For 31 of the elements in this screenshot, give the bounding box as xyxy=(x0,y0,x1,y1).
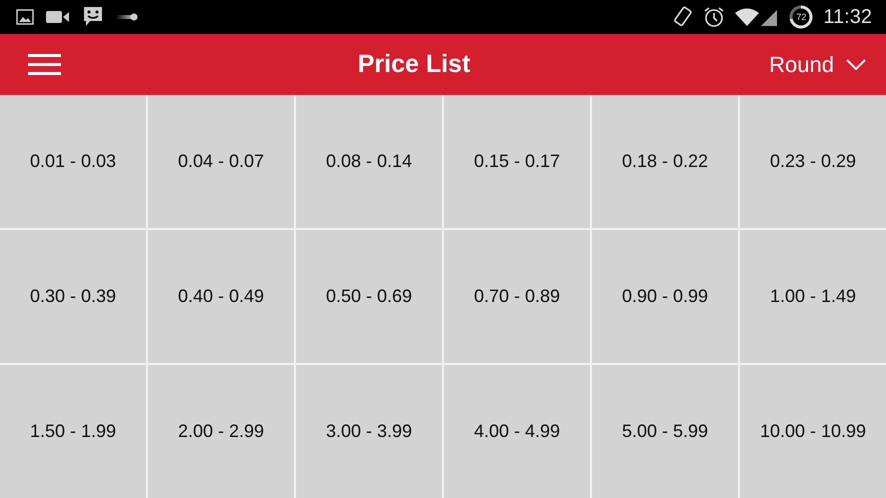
alarm-clock-icon xyxy=(703,6,726,28)
price-range-tile[interactable]: 0.40 - 0.49 xyxy=(148,230,294,363)
smiley-chat-icon xyxy=(82,6,104,28)
battery-indicator: 72 xyxy=(789,5,814,29)
price-range-tile[interactable]: 4.00 - 4.99 xyxy=(444,365,590,498)
video-camera-icon xyxy=(46,10,70,24)
chevron-down-icon xyxy=(846,58,866,70)
clock-time: 11:32 xyxy=(823,6,872,28)
price-range-tile[interactable]: 0.15 - 0.17 xyxy=(444,95,590,228)
price-range-tile[interactable]: 1.00 - 1.49 xyxy=(740,230,886,363)
price-range-tile[interactable]: 0.04 - 0.07 xyxy=(148,95,294,228)
price-range-tile[interactable]: 1.50 - 1.99 xyxy=(0,365,146,498)
price-range-tile[interactable]: 0.01 - 0.03 xyxy=(0,95,146,228)
page-title: Price List xyxy=(356,50,472,79)
price-range-tile[interactable]: 0.30 - 0.39 xyxy=(0,230,146,363)
price-range-tile[interactable]: 2.00 - 2.99 xyxy=(148,365,294,498)
price-range-tile[interactable]: 5.00 - 5.99 xyxy=(592,365,738,498)
vibrate-phone-icon xyxy=(673,6,694,28)
wifi-signal-icon xyxy=(735,7,780,27)
price-range-tile[interactable]: 3.00 - 3.99 xyxy=(296,365,442,498)
image-icon xyxy=(16,9,34,25)
menu-icon[interactable] xyxy=(28,52,62,78)
rounding-dropdown[interactable]: Round xyxy=(766,52,866,78)
price-range-tile[interactable]: 0.70 - 0.89 xyxy=(444,230,590,363)
price-range-tile[interactable]: 0.18 - 0.22 xyxy=(592,95,738,228)
price-range-tile[interactable]: 0.23 - 0.29 xyxy=(740,95,886,228)
price-range-tile[interactable]: 10.00 - 10.99 xyxy=(740,365,886,498)
price-range-tile[interactable]: 0.50 - 0.69 xyxy=(296,230,442,363)
price-range-tile[interactable]: 0.08 - 0.14 xyxy=(296,95,442,228)
price-range-tile[interactable]: 0.90 - 0.99 xyxy=(592,230,738,363)
progress-dot-icon xyxy=(116,13,138,21)
